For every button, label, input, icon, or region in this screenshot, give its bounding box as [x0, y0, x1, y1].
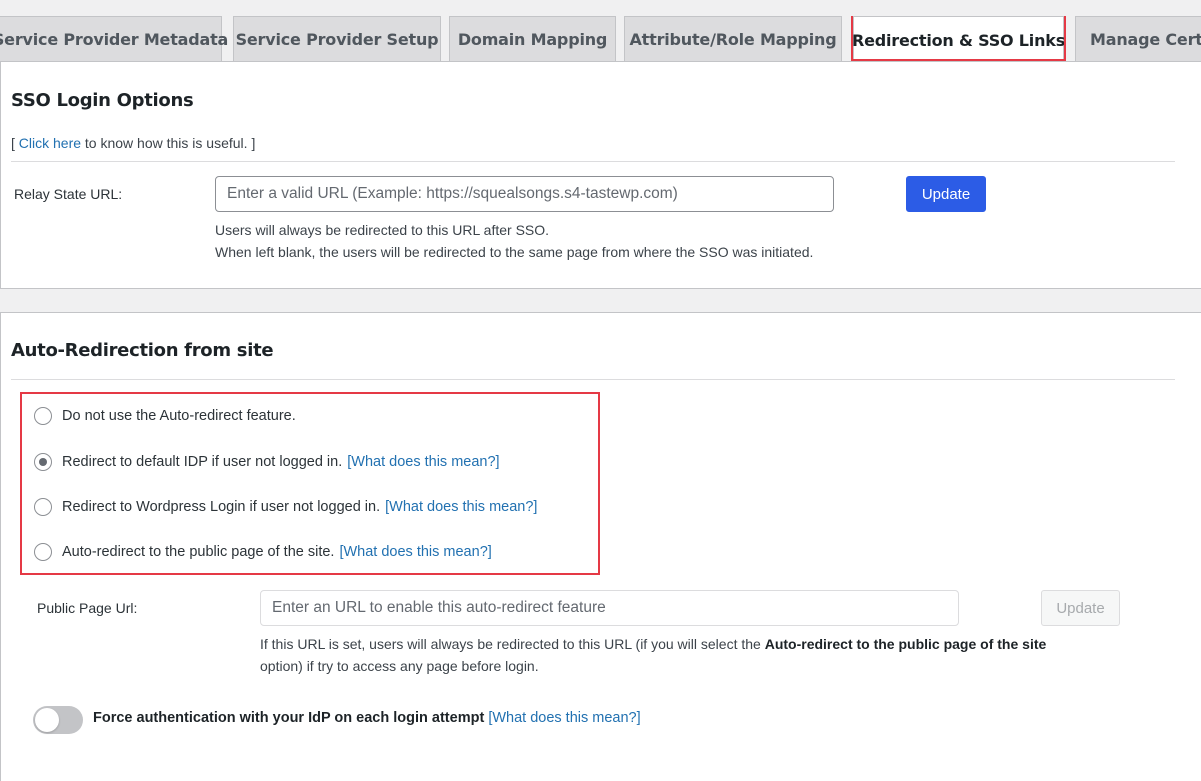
tab-attribute-role-mapping[interactable]: Attribute/Role Mapping	[624, 16, 842, 62]
radio-button[interactable]	[34, 498, 52, 516]
tab-redirection-sso-links[interactable]: Redirection & SSO Links	[851, 16, 1066, 62]
divider	[11, 161, 1175, 162]
tab-service-provider-metadata[interactable]: Service Provider Metadata	[0, 16, 228, 62]
what-does-this-mean-link[interactable]: [What does this mean?]	[488, 710, 640, 726]
radio-label: Auto-redirect to the public page of the …	[62, 544, 335, 560]
sso-login-options-panel: SSO Login Options [ Click here to know h…	[0, 61, 1201, 289]
radio-option-default-idp[interactable]: Redirect to default IDP if user not logg…	[34, 452, 500, 472]
public-page-url-label: Public Page Url:	[37, 600, 138, 616]
radio-label: Redirect to default IDP if user not logg…	[62, 454, 343, 470]
relay-desc-line-2: When left blank, the users will be redir…	[215, 244, 814, 260]
tab-manage-certificates[interactable]: Manage Certif	[1075, 16, 1201, 62]
radio-label: Redirect to Wordpress Login if user not …	[62, 499, 381, 515]
help-prefix: [	[11, 135, 19, 151]
auto-redirection-panel: Auto-Redirection from site Do not use th…	[0, 312, 1201, 781]
radio-option-wordpress-login[interactable]: Redirect to Wordpress Login if user not …	[34, 497, 537, 517]
radio-button[interactable]	[34, 543, 52, 561]
tab-service-provider-setup[interactable]: Service Provider Setup	[233, 16, 441, 62]
sso-login-options-title: SSO Login Options	[11, 90, 194, 111]
relay-state-label: Relay State URL:	[14, 186, 123, 202]
force-authentication-toggle[interactable]	[33, 706, 83, 734]
auto-redirection-title: Auto-Redirection from site	[11, 340, 274, 361]
relay-update-button[interactable]: Update	[906, 176, 986, 212]
divider	[11, 379, 1175, 380]
help-suffix: to know how this is useful. ]	[81, 135, 256, 151]
relay-description: Users will always be redirected to this …	[215, 219, 813, 263]
help-text: [ Click here to know how this is useful.…	[11, 135, 255, 151]
what-does-this-mean-link[interactable]: [What does this mean?]	[385, 499, 537, 515]
force-authentication-label: Force authentication with your IdP on ea…	[93, 710, 641, 726]
what-does-this-mean-link[interactable]: [What does this mean?]	[339, 544, 491, 560]
radio-option-public-page[interactable]: Auto-redirect to the public page of the …	[34, 542, 492, 562]
what-does-this-mean-link[interactable]: [What does this mean?]	[347, 454, 499, 470]
toggle-knob	[35, 708, 59, 732]
desc-text: option) if try to access any page before…	[260, 658, 539, 674]
relay-state-input[interactable]	[215, 176, 834, 212]
radio-option-no-auto-redirect[interactable]: Do not use the Auto-redirect feature.	[34, 406, 296, 426]
settings-tabs: Service Provider Metadata Service Provid…	[0, 16, 1201, 62]
force-auth-text: Force authentication with your IdP on ea…	[93, 710, 485, 726]
click-here-link[interactable]: Click here	[19, 135, 81, 151]
radio-label: Do not use the Auto-redirect feature.	[62, 408, 296, 424]
desc-text: If this URL is set, users will always be…	[260, 636, 765, 652]
relay-desc-line-1: Users will always be redirected to this …	[215, 222, 550, 238]
radio-button[interactable]	[34, 407, 52, 425]
radio-button-checked[interactable]	[34, 453, 52, 471]
desc-bold: Auto-redirect to the public page of the …	[764, 636, 1047, 652]
tab-domain-mapping[interactable]: Domain Mapping	[449, 16, 616, 62]
public-page-description: If this URL is set, users will always be…	[260, 633, 1050, 677]
public-page-update-button[interactable]: Update	[1041, 590, 1120, 626]
public-page-url-input[interactable]	[260, 590, 959, 626]
